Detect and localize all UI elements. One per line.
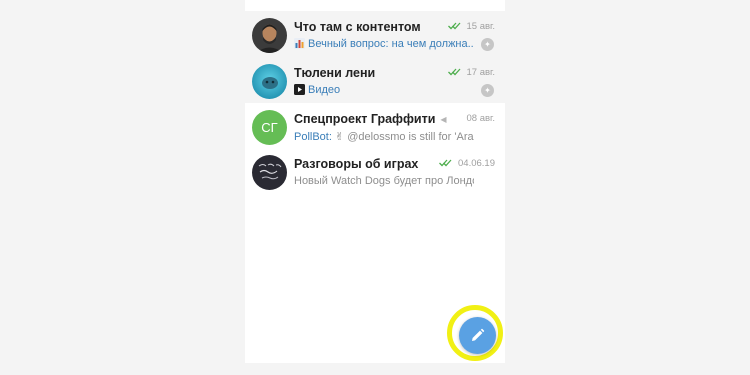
- chat-date: 04.06.19: [458, 158, 495, 169]
- chat-item-content[interactable]: Что там с контентом 15 авг. Вечный вопро…: [245, 11, 505, 57]
- new-message-button[interactable]: [459, 317, 496, 354]
- chat-preview: Видео: [294, 84, 474, 98]
- chat-preview: Вечный вопрос: на чем должна...: [294, 38, 474, 52]
- chat-date: 15 авг.: [466, 21, 495, 32]
- chat-date: 08 авг.: [466, 113, 495, 124]
- muted-icon: ◀: [440, 115, 447, 124]
- chat-meta: 17 авг.: [447, 67, 495, 79]
- avatar: [252, 18, 287, 53]
- double-check-icon: [447, 68, 461, 79]
- double-check-icon: [439, 159, 452, 170]
- avatar: СГ: [252, 110, 287, 145]
- chat-title: Спецпроект Граффити ◀: [294, 112, 447, 126]
- chat-title: Разговоры об играх: [294, 157, 419, 171]
- chat-meta: 08 авг.: [467, 113, 495, 124]
- preview-sender: PollBot:: [294, 131, 332, 143]
- chat-item-seals[interactable]: Тюлени лени 17 авг. Видео ✦: [245, 57, 505, 103]
- avatar: [252, 155, 287, 190]
- pencil-icon: [472, 328, 485, 341]
- double-check-icon: [447, 22, 461, 33]
- pin-icon: ✦: [481, 84, 494, 97]
- avatar: [252, 64, 287, 99]
- chat-meta: 04.06.19: [439, 158, 495, 170]
- chat-meta: 15 авг.: [447, 21, 495, 33]
- chat-title: Что там с контентом: [294, 20, 421, 34]
- chat-date: 17 авг.: [466, 67, 495, 78]
- chat-preview: PollBot: ✌ @delossmo is still for 'Ara'.…: [294, 131, 474, 143]
- pin-icon: ✦: [481, 38, 494, 51]
- chat-item-games[interactable]: Разговоры об играх 04.06.19 Новый Watch …: [245, 148, 505, 194]
- chart-icon: [294, 38, 305, 52]
- chat-preview: Новый Watch Dogs будет про Лондон,...: [294, 175, 474, 187]
- chat-title: Тюлени лени: [294, 66, 376, 80]
- chat-item-graffiti[interactable]: СГ Спецпроект Граффити ◀ 08 авг. PollBot:…: [245, 103, 505, 149]
- video-icon: [294, 84, 305, 98]
